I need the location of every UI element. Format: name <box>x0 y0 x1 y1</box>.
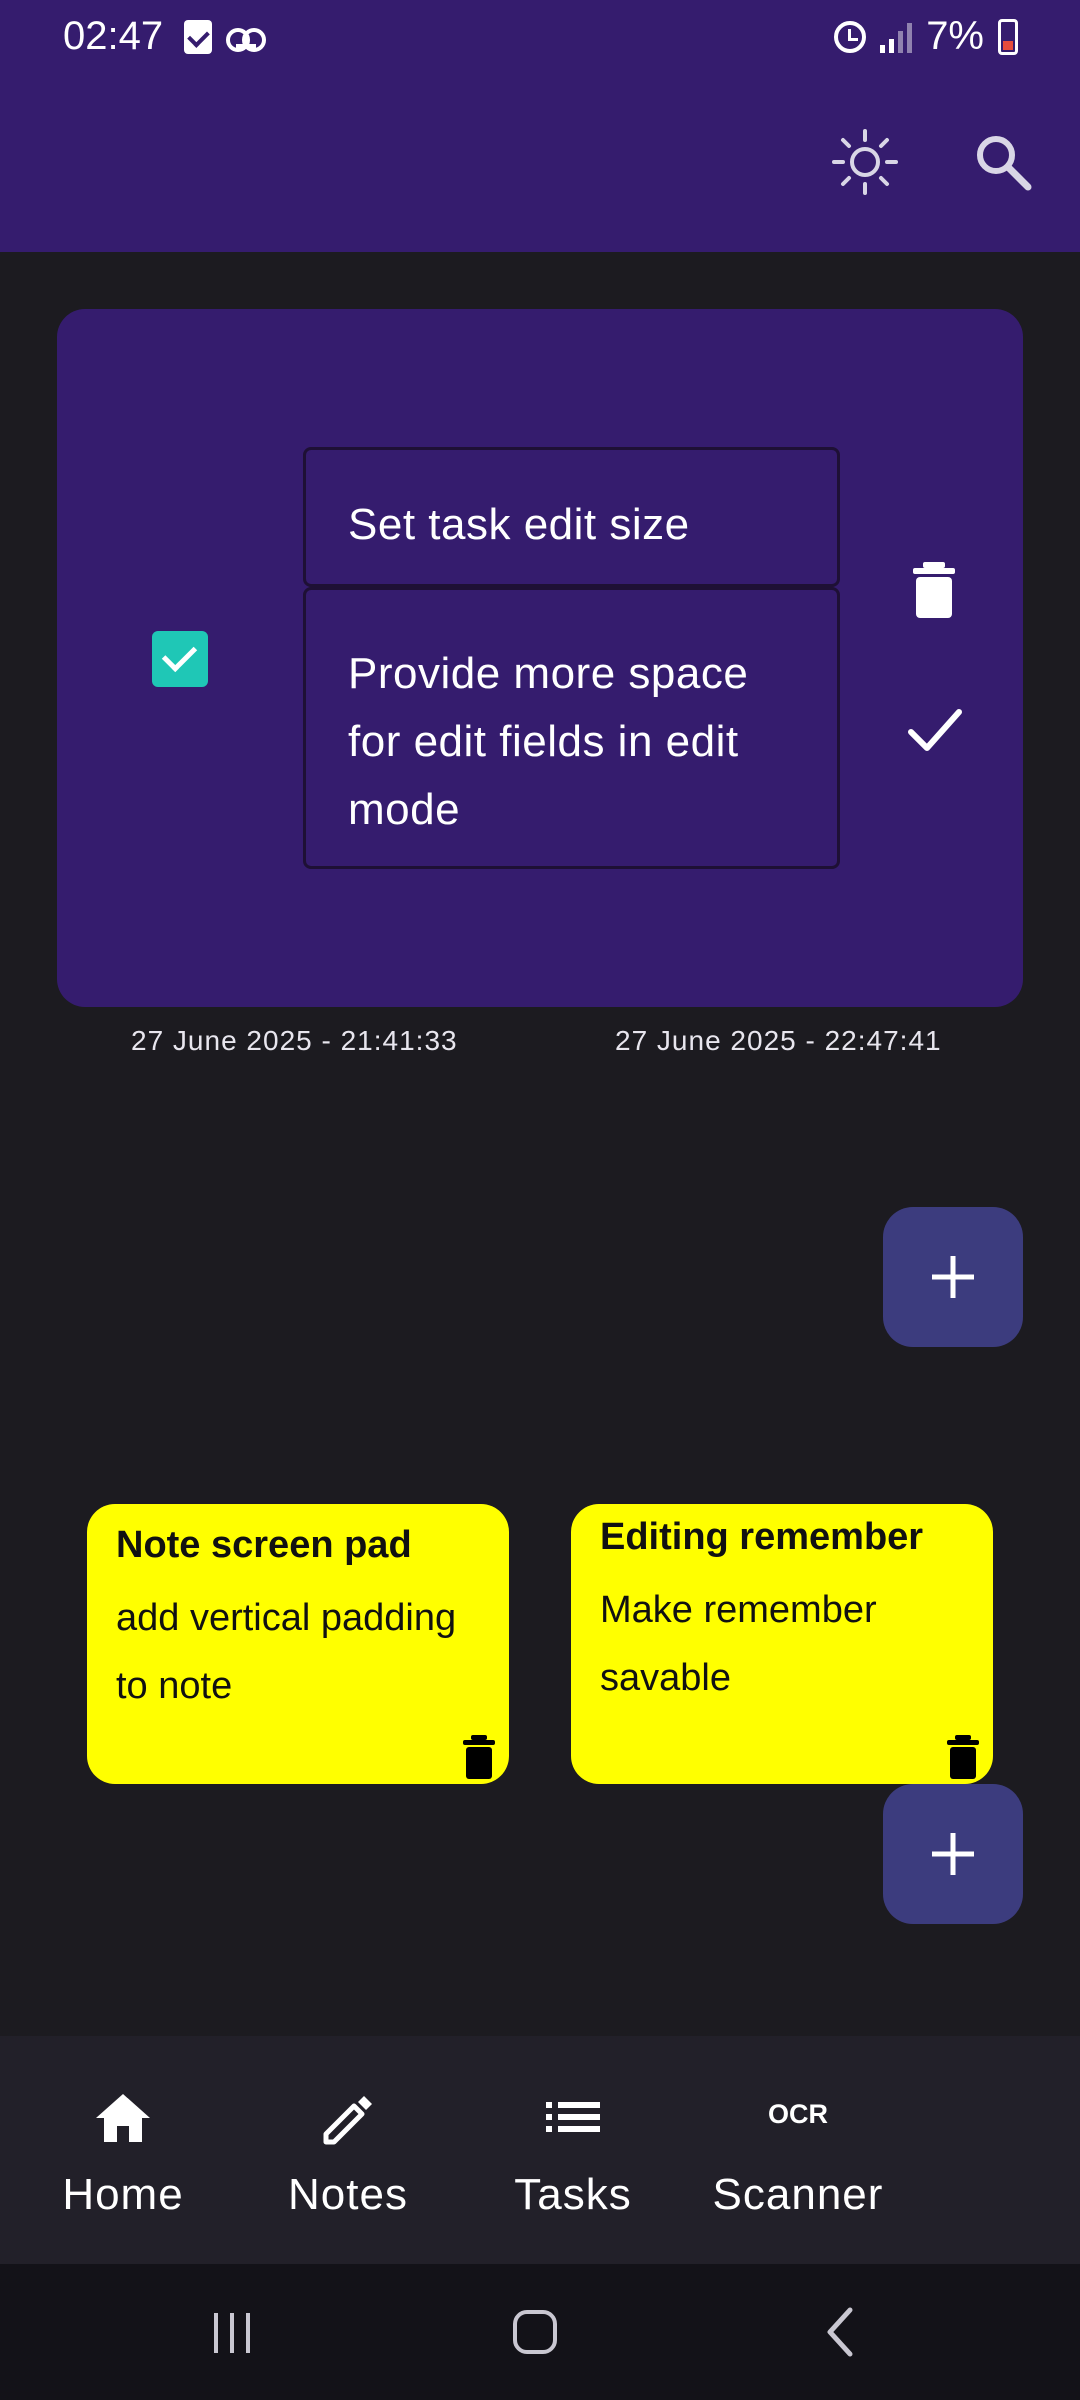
home-icon <box>96 2094 150 2142</box>
note-card[interactable]: Editing remember Make remember savable <box>571 1504 993 1784</box>
delete-note-button[interactable] <box>945 1734 981 1780</box>
note-body: Make remember savable <box>600 1589 877 1699</box>
nav-item-scanner[interactable]: OCR Scanner <box>708 2036 888 2264</box>
save-task-button[interactable] <box>905 700 965 760</box>
add-task-button[interactable] <box>883 1207 1023 1347</box>
task-done-checkbox[interactable] <box>152 631 208 687</box>
checkmark-icon <box>908 709 962 751</box>
top-app-bar: 02:47 7% <box>0 0 1080 252</box>
add-note-button[interactable] <box>883 1784 1023 1924</box>
status-time: 02:47 <box>63 14 164 58</box>
alarm-icon <box>834 20 867 53</box>
task-check-icon <box>184 20 212 54</box>
brightness-icon <box>832 129 898 195</box>
task-description-field[interactable]: Provide more space for edit fields in ed… <box>303 587 840 869</box>
pencil-icon <box>323 2096 372 2145</box>
status-notification-icons <box>184 20 266 54</box>
recents-button[interactable] <box>172 2264 292 2400</box>
nav-item-notes[interactable]: Notes <box>258 2036 438 2264</box>
battery-percent: 7% <box>926 14 984 58</box>
brightness-button[interactable] <box>830 127 900 197</box>
trash-icon <box>913 562 955 618</box>
list-icon <box>546 2102 600 2132</box>
battery-low-icon <box>998 18 1018 55</box>
nav-label: Tasks <box>514 2170 632 2219</box>
nav-label: Notes <box>288 2170 408 2219</box>
task-created-date: 27 June 2025 - 21:41:33 <box>131 1025 458 1056</box>
task-title-field[interactable]: Set task edit size <box>303 447 840 587</box>
home-circle-icon <box>513 2310 557 2354</box>
home-button[interactable] <box>475 2264 595 2400</box>
nav-item-tasks[interactable]: Tasks <box>483 2036 663 2264</box>
search-button[interactable] <box>968 127 1038 197</box>
nav-label: Scanner <box>712 2170 884 2219</box>
delete-note-button[interactable] <box>461 1734 497 1780</box>
note-title: Note screen pad <box>116 1524 412 1566</box>
note-body: add vertical padding to note <box>116 1597 457 1707</box>
back-icon <box>827 2307 853 2357</box>
trash-icon <box>463 1735 495 1779</box>
note-title: Editing remember <box>600 1516 924 1558</box>
recents-icon <box>214 2313 250 2353</box>
task-modified-date: 27 June 2025 - 22:47:41 <box>615 1025 942 1056</box>
voicemail-icon <box>226 25 266 52</box>
note-card[interactable]: Note screen pad add vertical padding to … <box>87 1504 509 1784</box>
delete-task-button[interactable] <box>909 560 959 620</box>
status-system-icons: 7% <box>834 14 1018 59</box>
bottom-navigation: Home Notes Tasks OCR Scanner <box>0 2036 1080 2264</box>
nav-item-home[interactable]: Home <box>33 2036 213 2264</box>
search-icon <box>977 136 1032 191</box>
nav-label: Home <box>62 2170 184 2219</box>
system-navigation-bar <box>0 2264 1080 2400</box>
trash-icon <box>947 1735 979 1779</box>
back-button[interactable] <box>778 2264 898 2400</box>
signal-icon <box>880 21 913 53</box>
app-screen: 02:47 7% Set task edit size Provide more… <box>0 0 1080 2400</box>
ocr-icon: OCR <box>768 2099 828 2129</box>
